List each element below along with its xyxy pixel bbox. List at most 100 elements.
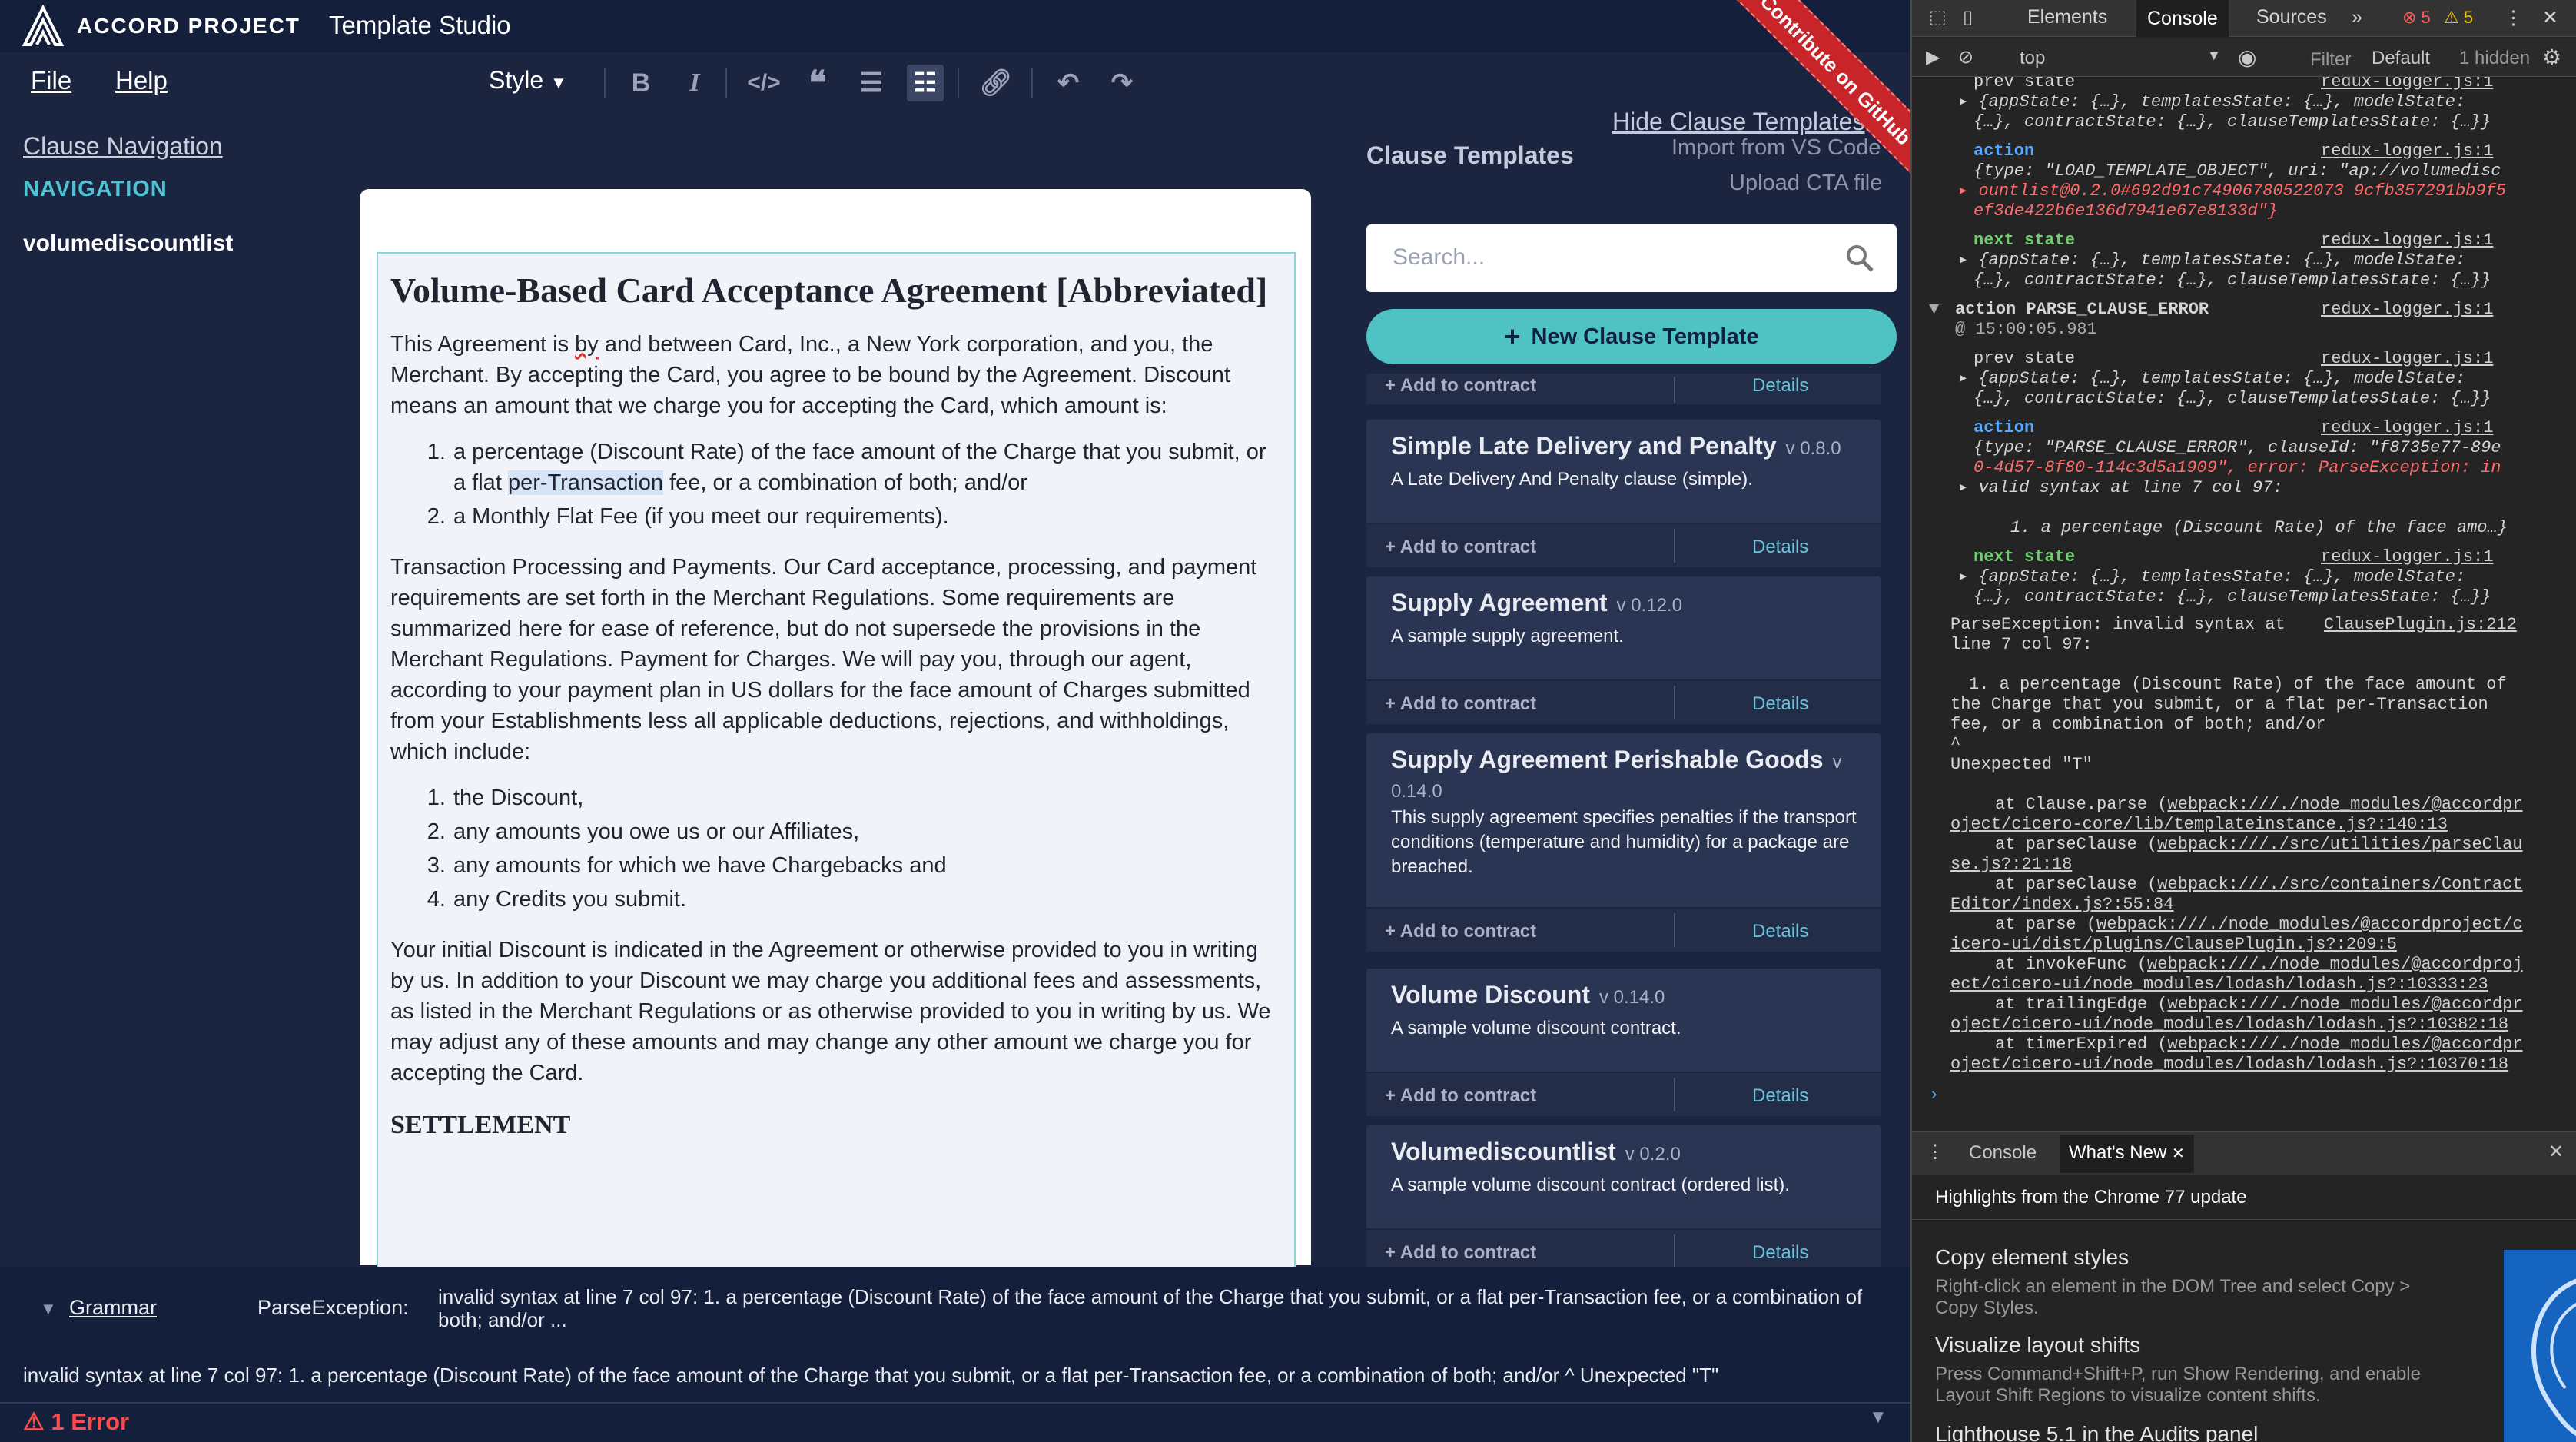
stack-link[interactable]: oject/cicero-ui/node_modules/lodash/loda… — [1950, 1055, 2508, 1075]
details-button[interactable]: Details — [1752, 693, 1808, 715]
stack-link[interactable]: se.js?:21:18 — [1950, 855, 2072, 875]
kebab-menu-icon[interactable]: ⋮ — [2504, 6, 2523, 29]
ordered-list-icon[interactable]: ☷ — [907, 65, 944, 101]
upload-cta-link[interactable]: Upload CTA file — [1729, 171, 1882, 196]
log-object[interactable]: ▸ {appState: {…}, templatesState: {…}, m… — [1958, 567, 2465, 587]
stack-link[interactable]: webpack:///./node_modules/@accordproject… — [2096, 915, 2523, 934]
add-to-contract-button[interactable]: + Add to contract — [1385, 693, 1536, 715]
kebab-menu-icon[interactable]: ⋮ — [1926, 1141, 1944, 1163]
source-link[interactable]: ClausePlugin.js:212 — [2324, 615, 2517, 635]
warning-badge[interactable]: ⚠ 5 — [2444, 8, 2473, 28]
error-status-bar[interactable] — [0, 1402, 1910, 1442]
nav-item-volumediscountlist[interactable]: volumediscountlist — [23, 231, 233, 257]
drawer-tab-console[interactable]: Console — [1969, 1142, 2037, 1164]
details-button[interactable]: Details — [1752, 375, 1808, 397]
search-icon[interactable] — [1843, 241, 1877, 275]
add-to-contract-button[interactable]: + Add to contract — [1385, 1085, 1536, 1107]
close-icon[interactable]: ✕ — [2542, 6, 2558, 29]
clear-console-icon[interactable]: ⊘ — [1958, 46, 1973, 68]
source-link[interactable]: redux-logger.js:1 — [2321, 418, 2493, 438]
source-link[interactable]: redux-logger.js:1 — [2321, 77, 2493, 92]
card-title[interactable]: Simple Late Delivery and Penalty v 0.8.0 — [1391, 432, 1841, 460]
log-group-title[interactable]: action PARSE_CLAUSE_ERROR — [1955, 300, 2209, 320]
card-title[interactable]: Volumediscountlist v 0.2.0 — [1391, 1138, 1681, 1166]
source-link[interactable]: redux-logger.js:1 — [2321, 300, 2493, 320]
stack-link[interactable]: webpack:///./node_modules/@accordproj — [2147, 955, 2522, 974]
undo-icon[interactable]: ↶ — [1050, 65, 1087, 101]
close-drawer-icon[interactable]: ✕ — [2548, 1141, 2564, 1163]
eye-icon[interactable]: ◉ — [2238, 45, 2256, 70]
add-to-contract-button[interactable]: + Add to contract — [1385, 375, 1536, 397]
feature-title[interactable]: Copy element styles — [1935, 1245, 2129, 1270]
error-count[interactable]: ⚠ 1 Error — [23, 1408, 129, 1436]
device-toolbar-icon[interactable]: ▯ — [1963, 6, 1973, 28]
chevron-down-icon[interactable]: ▼ — [1869, 1407, 1887, 1428]
feature-title[interactable]: Lighthouse 5.1 in the Audits panel — [1935, 1422, 2258, 1442]
source-link[interactable]: redux-logger.js:1 — [2321, 349, 2493, 369]
details-button[interactable]: Details — [1752, 1242, 1808, 1264]
stack-link[interactable]: webpack:///./node_modules/@accordpr — [2167, 1035, 2522, 1054]
log-label: next state — [1973, 547, 2076, 566]
clause-navigation-link[interactable]: Clause Navigation — [23, 132, 223, 161]
collapse-triangle-icon[interactable]: ▼ — [40, 1299, 57, 1319]
stack-link[interactable]: webpack:///./src/utilities/parseClau — [2157, 835, 2522, 854]
log-object[interactable]: ▸ {appState: {…}, templatesState: {…}, m… — [1958, 92, 2465, 112]
quote-icon[interactable]: ❝ — [799, 65, 836, 102]
bold-icon[interactable]: B — [622, 65, 659, 101]
code-icon[interactable]: </> — [745, 65, 782, 101]
console-prompt-icon[interactable]: › — [1929, 1085, 1939, 1105]
source-link[interactable]: redux-logger.js:1 — [2321, 141, 2493, 161]
details-button[interactable]: Details — [1752, 537, 1808, 558]
card-title[interactable]: Supply Agreement v 0.12.0 — [1391, 589, 1682, 617]
stack-link[interactable]: webpack:///./src/containers/Contract — [2157, 875, 2522, 894]
tab-sources[interactable]: Sources — [2256, 6, 2327, 28]
drawer-tab-whats-new[interactable]: What's New ✕ — [2060, 1135, 2194, 1173]
log-object[interactable]: ▸ valid syntax at line 7 col 97: — [1958, 478, 2283, 498]
contract-editor[interactable]: Volume-Based Card Acceptance Agreement [… — [377, 252, 1296, 1282]
group-toggle-icon[interactable]: ▼ — [1929, 300, 1939, 320]
bullet-list-icon[interactable]: ☰ — [853, 65, 890, 101]
error-badge[interactable]: ⊗ 5 — [2402, 8, 2431, 28]
stack-link[interactable]: Editor/index.js?:55:84 — [1950, 895, 2173, 915]
file-menu[interactable]: File — [31, 66, 71, 95]
tab-console[interactable]: Console — [2136, 0, 2229, 37]
source-link[interactable]: redux-logger.js:1 — [2321, 547, 2493, 567]
hide-templates-link[interactable]: Hide Clause Templates — [1612, 108, 1864, 136]
sidebar-toggle-icon[interactable]: ▶︎ — [1926, 46, 1940, 68]
details-button[interactable]: Details — [1752, 921, 1808, 942]
stack-link[interactable]: webpack:///./node_modules/@accordpr — [2167, 795, 2522, 814]
stack-link[interactable]: oject/cicero-ui/node_modules/lodash/loda… — [1950, 1015, 2508, 1035]
source-link[interactable]: redux-logger.js:1 — [2321, 231, 2493, 251]
stack-link[interactable]: icero-ui/dist/plugins/ClausePlugin.js?:2… — [1950, 935, 2397, 955]
log-object[interactable]: ▸ {appState: {…}, templatesState: {…}, m… — [1958, 251, 2465, 271]
new-clause-template-button[interactable]: + New Clause Template — [1366, 309, 1897, 364]
redo-icon[interactable]: ↷ — [1104, 65, 1140, 101]
link-icon[interactable]: 🔗︎ — [978, 65, 1014, 101]
more-tabs-icon[interactable]: » — [2352, 6, 2362, 28]
italic-icon[interactable]: I — [676, 65, 713, 101]
feature-title[interactable]: Visualize layout shifts — [1935, 1333, 2140, 1357]
stack-link[interactable]: webpack:///./node_modules/@accordpr — [2167, 995, 2522, 1014]
import-vscode-link[interactable]: Import from VS Code — [1671, 135, 1881, 161]
context-selector[interactable]: top — [2020, 48, 2045, 69]
help-menu[interactable]: Help — [115, 66, 168, 95]
card-title[interactable]: Volume Discount v 0.14.0 — [1391, 981, 1665, 1009]
add-to-contract-button[interactable]: + Add to contract — [1385, 1242, 1536, 1264]
filter-input[interactable]: Filter — [2310, 49, 2351, 71]
log-object[interactable]: ▸ ountlist@0.2.0#692d91c74906780522073 9… — [1958, 181, 2506, 201]
tab-elements[interactable]: Elements — [2027, 6, 2107, 28]
stack-link[interactable]: oject/cicero-core/lib/templateinstance.j… — [1950, 815, 2448, 835]
inspect-icon[interactable]: ⬚ — [1929, 6, 1947, 28]
caret-down-icon[interactable]: ▼ — [2207, 48, 2221, 64]
close-icon[interactable]: ✕ — [2172, 1145, 2185, 1162]
add-to-contract-button[interactable]: + Add to contract — [1385, 921, 1536, 942]
style-dropdown[interactable]: Style ▼ — [489, 66, 567, 95]
card-title[interactable]: Supply Agreement Perishable Goods v — [1391, 746, 1842, 774]
gear-icon[interactable]: ⚙ — [2542, 45, 2561, 70]
error-section-grammar[interactable]: Grammar — [69, 1296, 157, 1320]
log-object[interactable]: ▸ {appState: {…}, templatesState: {…}, m… — [1958, 369, 2465, 389]
stack-link[interactable]: ect/cicero-ui/node_modules/lodash/lodash… — [1950, 975, 2488, 995]
add-to-contract-button[interactable]: + Add to contract — [1385, 537, 1536, 558]
details-button[interactable]: Details — [1752, 1085, 1808, 1107]
log-levels-dropdown[interactable]: Default — [2372, 48, 2430, 69]
